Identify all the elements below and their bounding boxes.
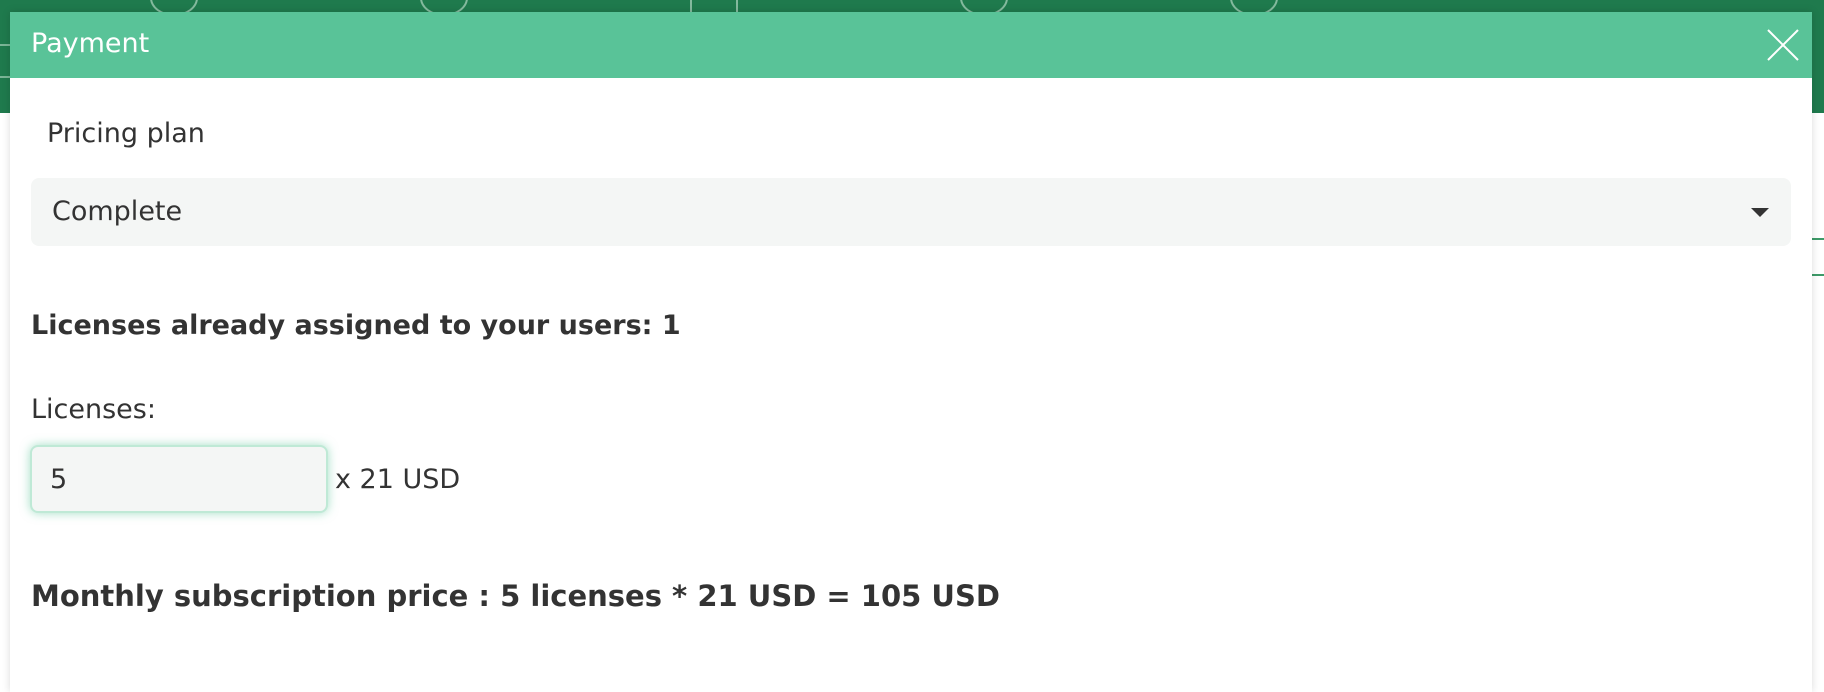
modal-title: Payment [31, 28, 150, 59]
pricing-plan-selected-value: Complete [52, 196, 183, 227]
licenses-input[interactable] [30, 445, 328, 513]
close-button[interactable] [1764, 26, 1802, 64]
modal-header: Payment [10, 12, 1812, 78]
licenses-assigned-info: Licenses already assigned to your users:… [31, 310, 681, 341]
unit-price-text: x 21 USD [335, 464, 461, 495]
pricing-plan-label: Pricing plan [47, 118, 205, 149]
payment-modal: Payment Pricing plan Complete Licenses a… [10, 12, 1812, 692]
monthly-subscription-price: Monthly subscription price : 5 licenses … [31, 579, 1000, 613]
licenses-label: Licenses: [31, 394, 156, 425]
pricing-plan-select[interactable]: Complete [31, 178, 1791, 246]
caret-down-icon [1751, 208, 1769, 217]
close-icon [1767, 29, 1799, 61]
